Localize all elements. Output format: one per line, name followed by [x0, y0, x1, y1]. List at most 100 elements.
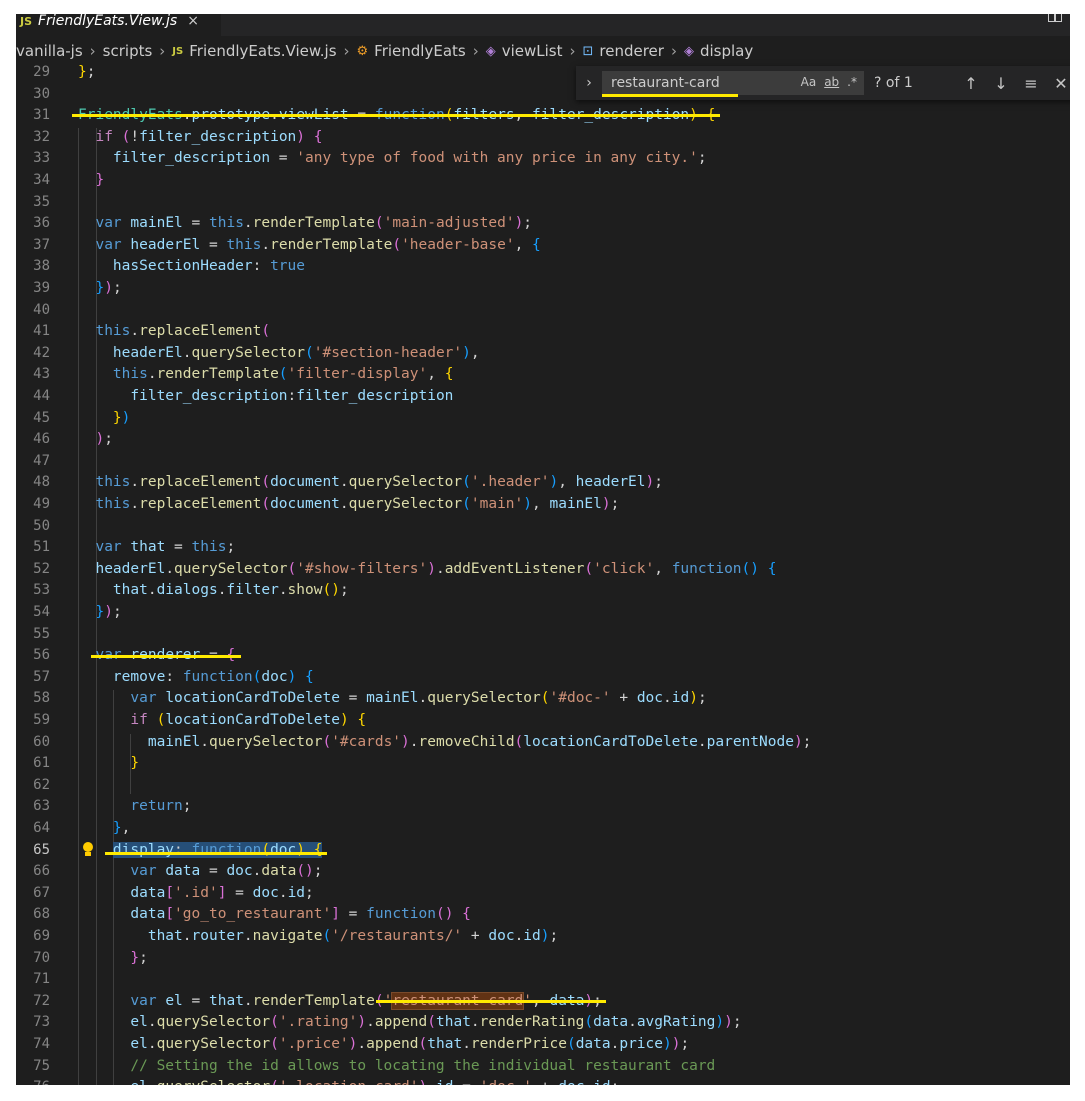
code-line[interactable]: 63 return; [16, 796, 1070, 818]
split-editor-icon[interactable] [1048, 14, 1062, 22]
whole-word-icon[interactable]: ab [824, 75, 839, 89]
code-text: }; [78, 64, 96, 80]
code-line[interactable]: 76 el.querySelector('.location-card').id… [16, 1077, 1070, 1085]
line-number: 47 [33, 452, 50, 469]
code-text: }); [95, 280, 122, 296]
line-number: 45 [33, 409, 50, 426]
code-line[interactable]: 50 [16, 516, 1070, 538]
code-line[interactable]: 53 that.dialogs.filter.show(); [16, 580, 1070, 602]
code-line[interactable]: 39 }); [16, 278, 1070, 300]
code-line[interactable]: 69 that.router.navigate('/restaurants/' … [16, 926, 1070, 948]
code-line[interactable]: 54 }); [16, 602, 1070, 624]
code-line[interactable]: 38 hasSectionHeader: true [16, 256, 1070, 278]
line-number: 50 [33, 517, 50, 534]
code-editor[interactable]: 29};3031FriendlyEats.prototype.viewList … [16, 64, 1070, 1085]
code-line[interactable]: 64 }, [16, 818, 1070, 840]
code-line[interactable]: 48 this.replaceElement(document.querySel… [16, 472, 1070, 494]
code-text: var data = doc.data(); [130, 863, 323, 880]
code-line[interactable]: 73 el.querySelector('.rating').append(th… [16, 1012, 1070, 1034]
code-line[interactable]: 33 filter_description = 'any type of foo… [16, 148, 1070, 170]
line-number: 67 [33, 884, 50, 901]
code-line[interactable]: 49 this.replaceElement(document.querySel… [16, 494, 1070, 516]
line-number: 52 [33, 560, 50, 577]
code-line[interactable]: 40 [16, 300, 1070, 322]
code-line[interactable]: 46 ); [16, 429, 1070, 451]
line-number: 76 [16, 1077, 50, 1085]
line-number: 51 [33, 539, 50, 556]
code-text: }) [112, 409, 131, 426]
breadcrumb-item-file[interactable]: FriendlyEats.View.js [189, 42, 336, 60]
match-case-icon[interactable]: Aa [801, 75, 817, 89]
code-line[interactable]: 59 if (locationCardToDelete) { [16, 710, 1070, 732]
toggle-replace-icon[interactable]: › [576, 75, 602, 91]
breadcrumb-item-scripts[interactable]: scripts [103, 42, 153, 60]
code-line[interactable]: 41 this.replaceElement( [16, 321, 1070, 343]
code-text: var mainEl = this.renderTemplate('main-a… [95, 215, 533, 232]
code-text: el.querySelector('.price').append(that.r… [130, 1036, 690, 1052]
code-line[interactable]: 37 var headerEl = this.renderTemplate('h… [16, 235, 1070, 257]
line-number: 46 [33, 431, 50, 448]
code-text: var that = this; [95, 539, 236, 556]
code-line[interactable]: 43 this.renderTemplate('filter-display',… [16, 364, 1070, 386]
find-input[interactable]: restaurant-card Aa ab .* [602, 71, 864, 95]
code-line[interactable]: 51 var that = this; [16, 537, 1070, 559]
code-text: display: function(doc) { [112, 841, 323, 858]
code-line[interactable]: 44 filter_description:filter_description [16, 386, 1070, 408]
code-line[interactable]: 74 el.querySelector('.price').append(tha… [16, 1034, 1070, 1056]
line-number: 40 [33, 301, 50, 318]
line-number: 75 [33, 1057, 50, 1074]
breadcrumb-item-display[interactable]: display [700, 42, 753, 60]
code-line[interactable]: 71 [16, 969, 1070, 991]
code-line[interactable]: 47 [16, 451, 1070, 473]
code-line[interactable]: 57 remove: function(doc) { [16, 667, 1070, 689]
code-line[interactable]: 42 headerEl.querySelector('#section-head… [16, 343, 1070, 365]
line-number: 32 [33, 128, 50, 145]
line-number: 65 [33, 841, 50, 858]
code-text: if (!filter_description) { [95, 128, 323, 145]
code-line[interactable]: 62 [16, 775, 1070, 797]
code-text: headerEl.querySelector('#show-filters').… [95, 560, 777, 577]
breadcrumb-item-friendlyeats[interactable]: FriendlyEats [374, 42, 466, 60]
annotation-underline [376, 1000, 606, 1003]
code-line[interactable]: 34 } [16, 170, 1070, 192]
code-line[interactable]: 36 var mainEl = this.renderTemplate('mai… [16, 213, 1070, 235]
code-line[interactable]: 58 var locationCardToDelete = mainEl.que… [16, 688, 1070, 710]
line-number: 38 [33, 258, 50, 275]
code-line[interactable]: 60 mainEl.querySelector('#cards').remove… [16, 732, 1070, 754]
code-text: return; [130, 798, 192, 815]
line-number: 63 [33, 798, 50, 815]
code-line[interactable]: 70 }; [16, 948, 1070, 970]
tab-friendlyeats-view-js[interactable]: JS FriendlyEats.View.js × [16, 14, 221, 36]
code-line[interactable]: 67 data['.id'] = doc.id; [16, 883, 1070, 905]
code-line[interactable]: 61 } [16, 753, 1070, 775]
breadcrumb-item-viewlist[interactable]: viewList [502, 42, 563, 60]
code-line[interactable]: 35 [16, 192, 1070, 214]
code-line[interactable]: 45 }) [16, 408, 1070, 430]
code-line[interactable]: 32 if (!filter_description) { [16, 127, 1070, 149]
chevron-right-icon: › [343, 42, 350, 60]
code-line[interactable]: 55 [16, 624, 1070, 646]
next-match-icon[interactable]: ↓ [986, 74, 1016, 93]
code-line[interactable]: 75 // Setting the id allows to locating … [16, 1056, 1070, 1078]
code-line[interactable]: 52 headerEl.querySelector('#show-filters… [16, 559, 1070, 581]
close-icon[interactable]: × [187, 14, 199, 29]
annotation-underline [72, 114, 720, 117]
code-line[interactable]: 68 data['go_to_restaurant'] = function()… [16, 904, 1070, 926]
code-text: filter_description:filter_description [130, 388, 454, 404]
code-text: remove: function(doc) { [112, 668, 314, 685]
breadcrumb-item-vanilla-js[interactable]: vanilla-js [16, 42, 83, 60]
breadcrumb-item-renderer[interactable]: renderer [599, 42, 664, 60]
find-in-selection-icon[interactable]: ≡ [1016, 74, 1046, 93]
line-number: 49 [33, 496, 50, 512]
chevron-right-icon: › [89, 42, 96, 60]
regex-icon[interactable]: .* [847, 75, 857, 89]
code-line[interactable]: 66 var data = doc.data(); [16, 861, 1070, 883]
line-number: 37 [33, 236, 50, 253]
code-text: data['go_to_restaurant'] = function() { [130, 906, 471, 923]
code-text: if (locationCardToDelete) { [130, 712, 367, 728]
code-text: this.renderTemplate('filter-display', { [112, 366, 454, 383]
close-icon[interactable]: ✕ [1046, 74, 1070, 93]
line-number: 62 [33, 776, 50, 793]
previous-match-icon[interactable]: ↑ [956, 74, 986, 93]
code-line[interactable]: 65 display: function(doc) { [16, 840, 1070, 862]
